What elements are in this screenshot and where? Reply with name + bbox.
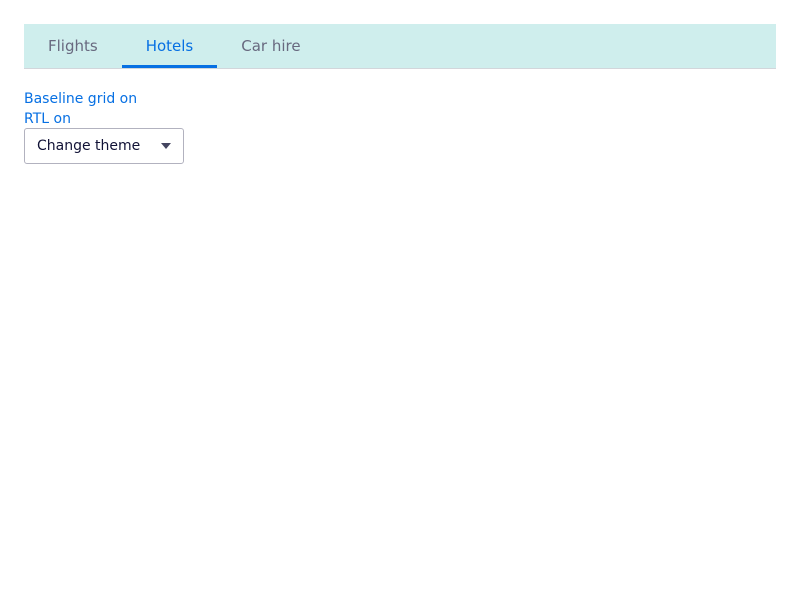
tab-flights-label: Flights [48,37,98,55]
change-theme-label: Change theme [37,138,141,154]
chevron-down-icon [161,143,171,149]
tab-hotels-label: Hotels [145,37,194,55]
page: Flights Hotels Car hire Baseline grid on… [0,0,800,600]
change-theme-select[interactable]: Change theme [24,128,184,164]
tab-flights[interactable]: Flights [24,24,122,68]
tab-bar: Flights Hotels Car hire [24,24,776,69]
rtl-toggle-link[interactable]: RTL on [24,109,137,129]
baseline-grid-toggle-link[interactable]: Baseline grid on [24,89,137,109]
tab-hotels[interactable]: Hotels [121,24,218,68]
toggle-links: Baseline grid on RTL on [24,89,137,129]
tab-car-hire[interactable]: Car hire [217,24,324,68]
tab-car-hire-label: Car hire [241,37,301,55]
